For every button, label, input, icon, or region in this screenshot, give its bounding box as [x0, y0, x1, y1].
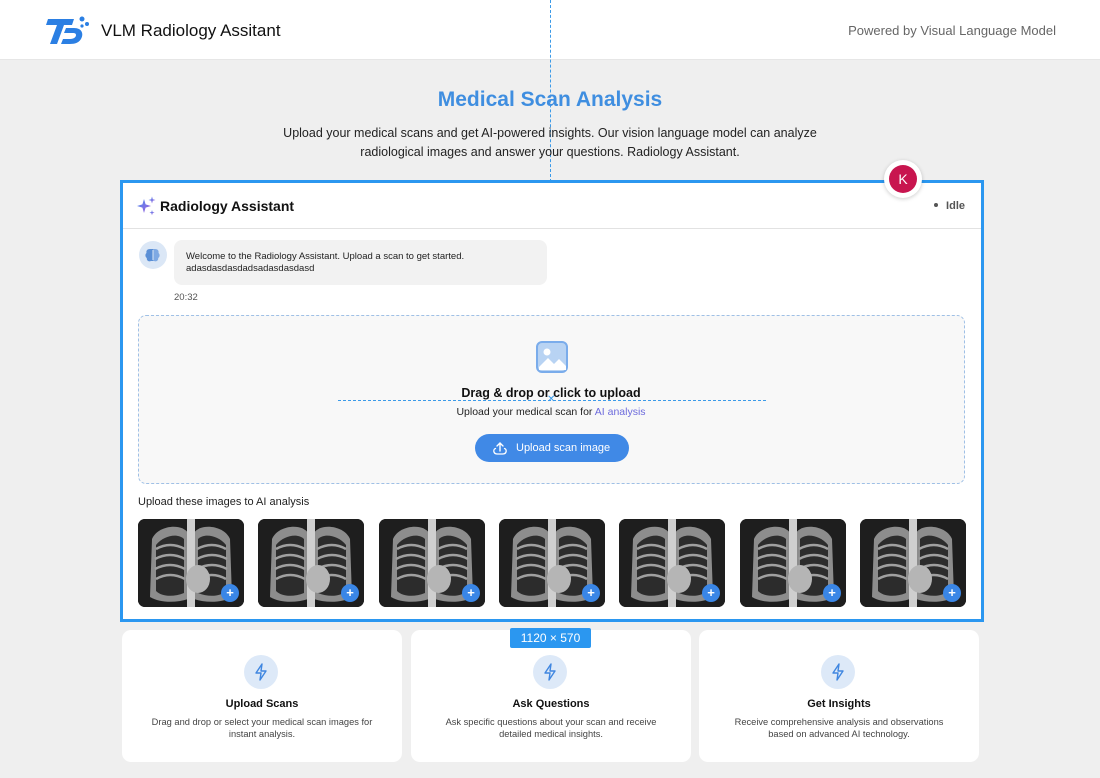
dropzone-subtitle-accent: AI analysis — [594, 406, 646, 418]
dropzone-subtitle-prefix: Upload your medical scan for — [456, 406, 595, 418]
powered-by-text: Powered by Visual Language Model — [848, 23, 1056, 38]
sample-xray-thumbnail[interactable]: + — [860, 519, 966, 607]
add-image-icon[interactable]: + — [823, 584, 841, 602]
app-logo-icon[interactable] — [44, 14, 90, 48]
add-image-icon[interactable]: + — [341, 584, 359, 602]
dimension-badge: 1120 × 570 — [510, 628, 591, 648]
sample-xray-thumbnail[interactable]: + — [138, 519, 244, 607]
assistant-avatar — [139, 241, 167, 269]
upload-dropzone[interactable]: ✕ Drag & drop or click to upload Upload … — [138, 315, 965, 484]
message-timestamp: 20:32 — [174, 292, 198, 303]
add-image-icon[interactable]: + — [943, 584, 961, 602]
bolt-icon — [244, 655, 278, 689]
sample-images-row: + + + + + + + — [138, 519, 966, 607]
sample-xray-thumbnail[interactable]: + — [740, 519, 846, 607]
add-image-icon[interactable]: + — [462, 584, 480, 602]
feature-card-description: Drag and drop or select your medical sca… — [151, 717, 373, 739]
page-title: Medical Scan Analysis — [437, 88, 663, 111]
assistant-title: Radiology Assistant — [160, 198, 295, 214]
feature-card-description: Receive comprehensive analysis and obser… — [734, 717, 944, 739]
sample-xray-thumbnail[interactable]: + — [499, 519, 605, 607]
status-dot — [934, 203, 939, 207]
message-extra-text: adasdasdasdadsadasdasdasd — [186, 263, 315, 274]
add-image-icon[interactable]: + — [582, 584, 600, 602]
feature-card-ask-questions: Ask Questions Ask specific questions abo… — [411, 630, 691, 762]
sparkle-icon — [137, 196, 156, 216]
upload-icon — [493, 442, 507, 455]
user-avatar[interactable]: K — [884, 160, 922, 198]
feature-card-title: Upload Scans — [225, 698, 299, 710]
upload-button-label: Upload scan image — [516, 442, 611, 454]
add-image-icon[interactable]: + — [702, 584, 720, 602]
dropzone-subtitle: Upload your medical scan for AI analysis — [139, 406, 963, 418]
feature-card-description: Ask specific questions about your scan a… — [445, 717, 657, 739]
feature-card-title: Ask Questions — [512, 698, 590, 710]
sample-xray-thumbnail[interactable]: + — [619, 519, 725, 607]
feature-cards: Upload Scans Drag and drop or select you… — [122, 630, 980, 762]
feature-card-upload-scans: Upload Scans Drag and drop or select you… — [122, 630, 402, 762]
message-text: Welcome to the Radiology Assistant. Uplo… — [186, 251, 465, 262]
bolt-icon — [533, 655, 567, 689]
bolt-icon — [821, 655, 855, 689]
user-initial: K — [889, 165, 917, 193]
image-icon — [536, 341, 568, 373]
assistant-message-bubble: Welcome to the Radiology Assistant. Uplo… — [174, 240, 547, 285]
assistant-panel: Radiology Assistant Idle Welcome to the … — [120, 180, 984, 622]
feature-card-get-insights: Get Insights Receive comprehensive analy… — [699, 630, 979, 762]
sample-xray-thumbnail[interactable]: + — [379, 519, 485, 607]
sample-images-caption: Upload these images to AI analysis — [138, 496, 310, 508]
status-indicator: Idle — [934, 200, 965, 212]
dropzone-title: Drag & drop or click to upload — [461, 386, 641, 400]
feature-card-title: Get Insights — [807, 698, 871, 710]
assistant-header: Radiology Assistant Idle — [123, 183, 981, 229]
sample-xray-thumbnail[interactable]: + — [258, 519, 364, 607]
brain-icon — [145, 249, 160, 262]
page-description: Upload your medical scans and get AI-pow… — [283, 126, 817, 159]
upload-scan-button[interactable]: Upload scan image — [475, 434, 629, 462]
app-title: VLM Radiology Assitant — [101, 21, 281, 40]
status-label: Idle — [946, 200, 965, 212]
add-image-icon[interactable]: + — [221, 584, 239, 602]
